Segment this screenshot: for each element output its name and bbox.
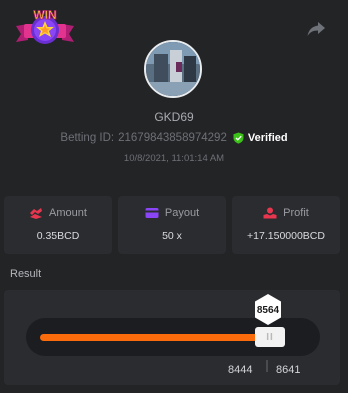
verified-shield-icon [233,132,244,144]
profit-value: +17.150000BCD [247,230,325,242]
payout-card-icon [145,208,159,218]
win-badge-logo: WIN [14,6,76,50]
username: GKD69 [154,110,194,124]
amount-label: Amount [49,207,87,219]
share-button[interactable] [306,20,326,38]
betting-id-row: Betting ID: 21679843858974292 Verified [0,132,348,144]
betting-id-label: Betting ID: [60,132,115,144]
profit-icon [263,207,277,219]
amount-value: 0.35BCD [36,230,80,242]
amount-card: Amount 0.35BCD [4,196,112,254]
result-value: 8564 [256,305,280,316]
result-slider-fill [40,334,275,341]
result-panel: II 8564 8444 8641 [4,290,340,385]
share-arrow-icon [307,22,325,36]
payout-value: 50 x [162,230,182,242]
svg-text:WIN: WIN [33,8,56,22]
payout-card: Payout 50 x [118,196,226,254]
profit-label: Profit [283,207,309,219]
grip-icon: II [266,331,274,343]
range-divider [266,360,268,372]
result-range-low: 8444 [228,364,253,376]
payout-label: Payout [164,207,200,219]
bet-datetime: 10/8/2021, 11:01:14 AM [123,153,225,164]
betting-id-value: 21679843858974292 [118,132,227,144]
amount-icon [30,208,43,219]
result-section-label: Result [10,268,42,280]
verified-label: Verified [247,132,288,144]
avatar [144,40,202,98]
profit-card: Profit +17.150000BCD [232,196,340,254]
result-range-high: 8641 [276,364,301,376]
result-slider-handle[interactable]: II [255,327,285,347]
